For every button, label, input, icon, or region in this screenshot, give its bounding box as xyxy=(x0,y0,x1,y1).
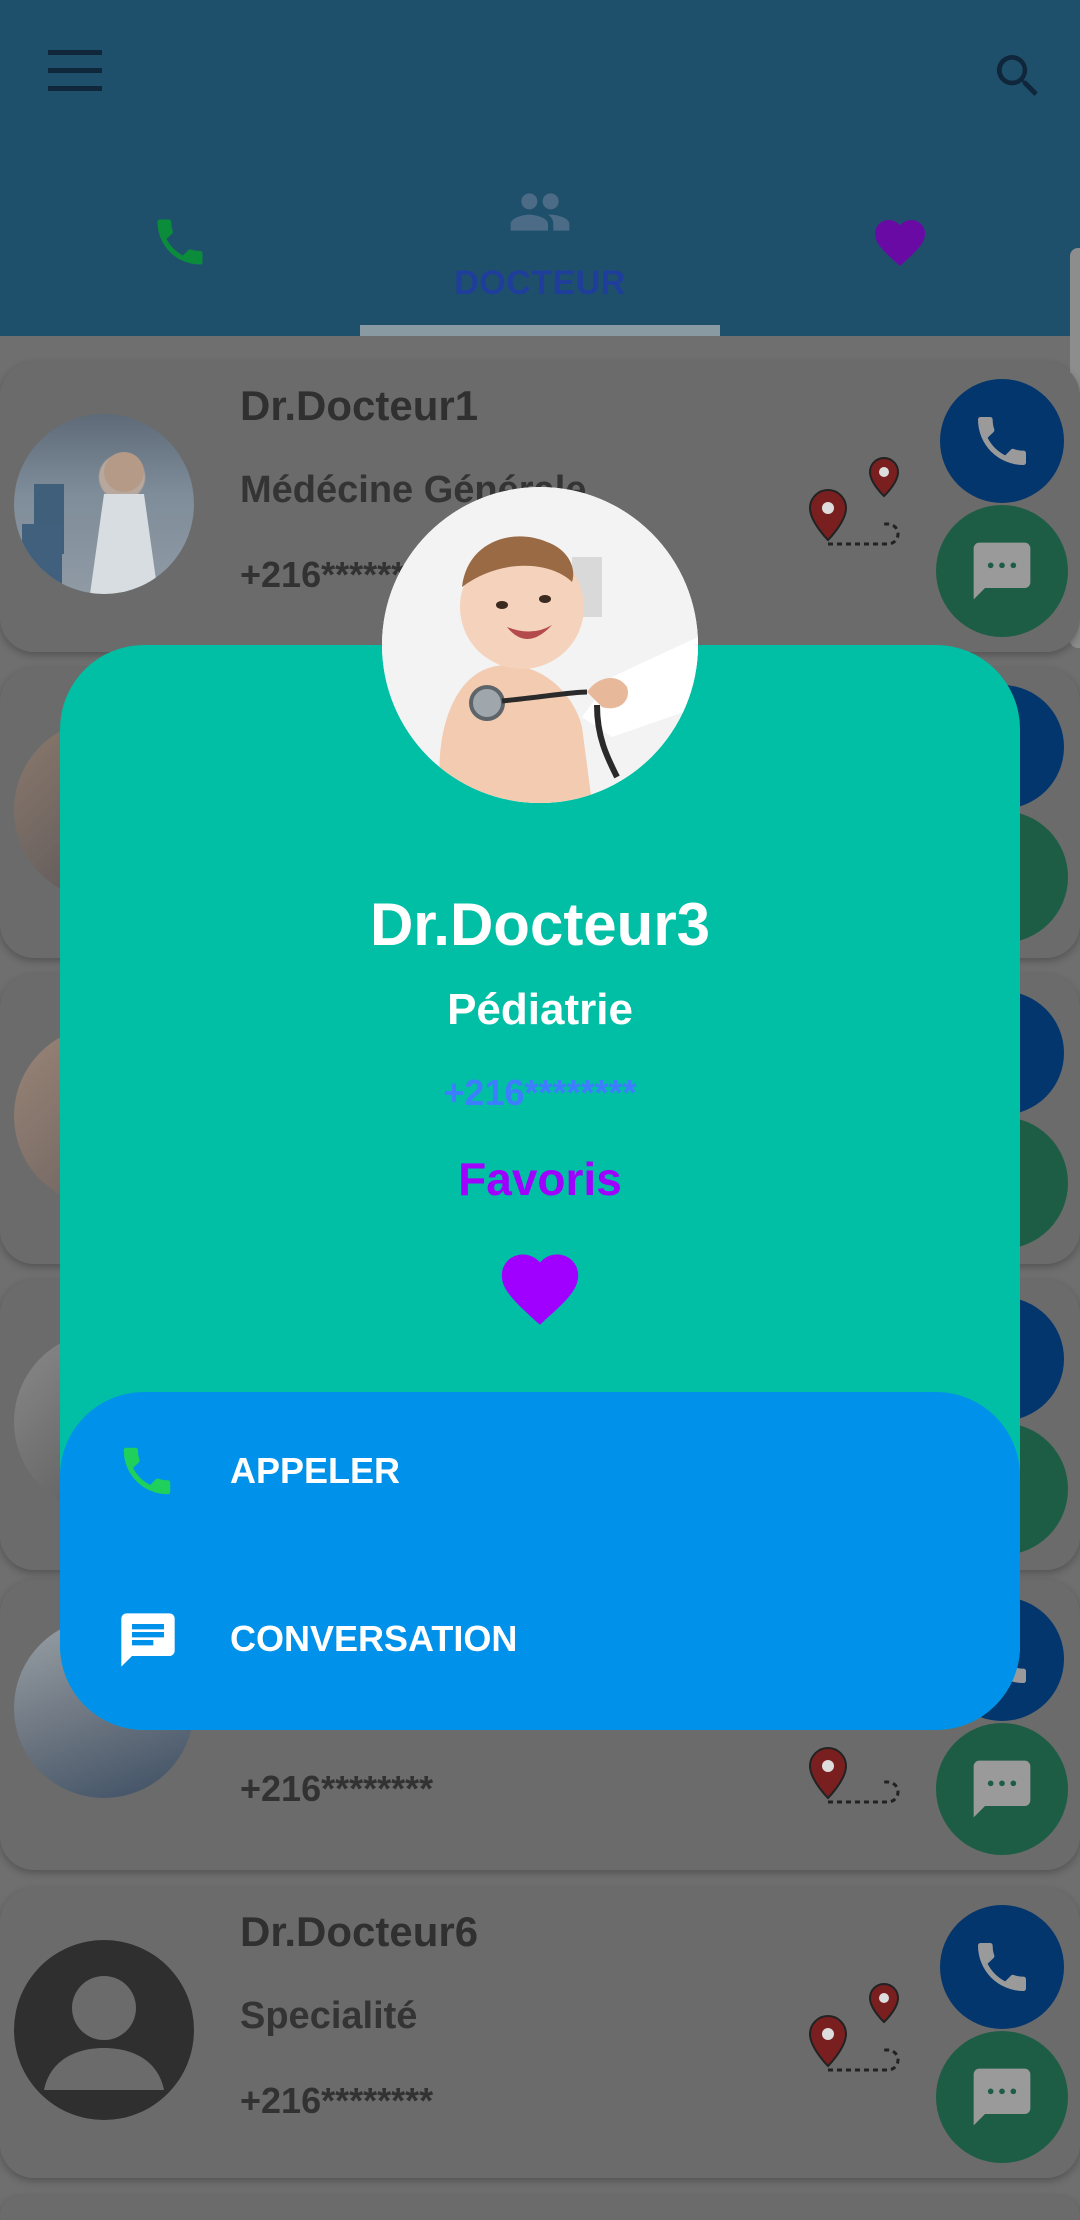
doctor-phone: +216******** xyxy=(240,2080,434,2121)
call-button[interactable] xyxy=(940,1905,1064,2029)
menu-icon[interactable] xyxy=(40,50,106,100)
tab-indicator xyxy=(360,325,720,336)
chat-bubble-icon xyxy=(973,542,1031,600)
doctor-card[interactable] xyxy=(0,2196,1080,2220)
app-bar: DOCTEUR xyxy=(0,0,1080,336)
message-button[interactable] xyxy=(936,505,1068,637)
map-route-icon[interactable] xyxy=(800,1978,912,2090)
doctor-phone: +216******** xyxy=(240,1768,434,1809)
doctor-specialty: Specialité xyxy=(240,1995,418,2037)
call-action-label: APPELER xyxy=(230,1450,401,1491)
heart-icon xyxy=(874,219,926,266)
map-route-icon[interactable] xyxy=(800,452,912,564)
phone-icon xyxy=(157,219,203,265)
heart-icon[interactable] xyxy=(494,1243,586,1327)
conversation-action-button[interactable]: CONVERSATION xyxy=(60,1568,1020,1708)
person-placeholder-icon xyxy=(14,1940,194,2120)
phone-icon xyxy=(978,1943,1026,1991)
search-icon[interactable] xyxy=(990,48,1046,104)
dialog-doctor-specialty: Pédiatrie xyxy=(447,985,633,1034)
tab-calls[interactable] xyxy=(0,160,360,336)
message-button[interactable] xyxy=(936,2031,1068,2163)
tab-label: DOCTEUR xyxy=(454,264,626,302)
chat-icon xyxy=(121,1613,175,1667)
tab-doctors[interactable]: DOCTEUR xyxy=(360,160,720,336)
dialog-doctor-phone[interactable]: +216******** xyxy=(60,1072,1020,1114)
chat-bubble-icon xyxy=(973,1760,1031,1818)
doctor-name: Dr.Docteur1 xyxy=(240,382,479,429)
tab-favorites[interactable] xyxy=(720,160,1080,336)
doctor-photo xyxy=(14,414,194,594)
call-action-button[interactable]: APPELER xyxy=(60,1400,1020,1540)
doctor-name: Dr.Docteur6 xyxy=(240,1908,479,1955)
phone-icon xyxy=(978,417,1026,465)
conversation-action-label: CONVERSATION xyxy=(230,1618,518,1659)
call-button[interactable] xyxy=(940,379,1064,503)
dialog-actions: APPELER CONVERSATION xyxy=(60,1392,1020,1730)
favorite-label: Favoris xyxy=(458,1153,622,1205)
phone-icon xyxy=(123,1447,171,1495)
doctor-card[interactable]: Dr.Docteur6 Specialité +216******** xyxy=(0,1888,1080,2178)
doctor-photo xyxy=(382,487,698,803)
message-button[interactable] xyxy=(936,1723,1068,1855)
people-icon xyxy=(510,193,570,231)
dialog-doctor-name: Dr.Docteur3 xyxy=(369,891,711,958)
chat-bubble-icon xyxy=(973,2068,1031,2126)
